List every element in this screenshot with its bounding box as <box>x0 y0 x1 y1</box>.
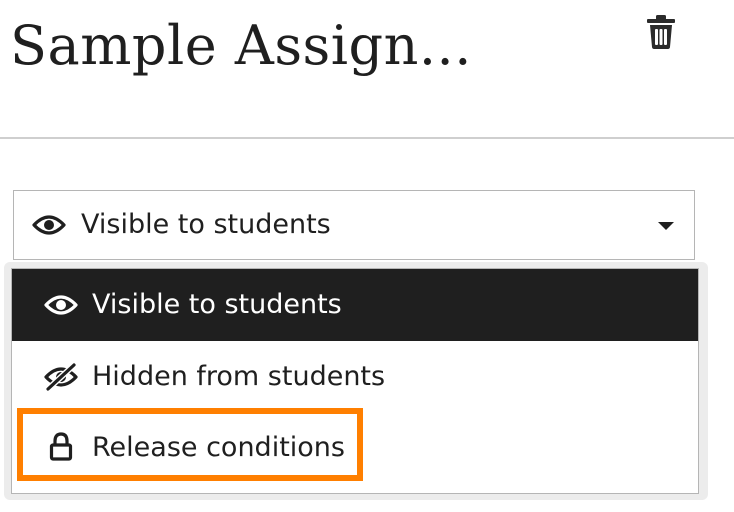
lock-icon <box>49 432 73 461</box>
eye-icon <box>44 295 78 315</box>
menu-option-label: Visible to students <box>92 289 342 320</box>
menu-option-release-conditions[interactable]: Release conditions <box>12 412 698 484</box>
visibility-select[interactable]: Visible to students <box>13 190 695 260</box>
menu-option-label: Release conditions <box>92 432 345 463</box>
trash-icon <box>647 15 675 49</box>
menu-option-label: Hidden from students <box>92 361 386 392</box>
page-title: Sample Assign... <box>10 14 472 77</box>
eye-icon <box>32 215 66 235</box>
delete-button[interactable] <box>643 13 679 51</box>
eye-slash-icon <box>44 363 78 391</box>
visibility-menu: Visible to students Hidden from students… <box>11 268 699 494</box>
header-divider <box>0 137 734 139</box>
page: Sample Assign... Visible to students Vis… <box>0 0 734 512</box>
menu-option-hidden[interactable]: Hidden from students <box>12 341 698 413</box>
chevron-down-icon <box>658 222 674 230</box>
menu-option-visible[interactable]: Visible to students <box>12 269 698 341</box>
visibility-select-value: Visible to students <box>81 209 331 240</box>
